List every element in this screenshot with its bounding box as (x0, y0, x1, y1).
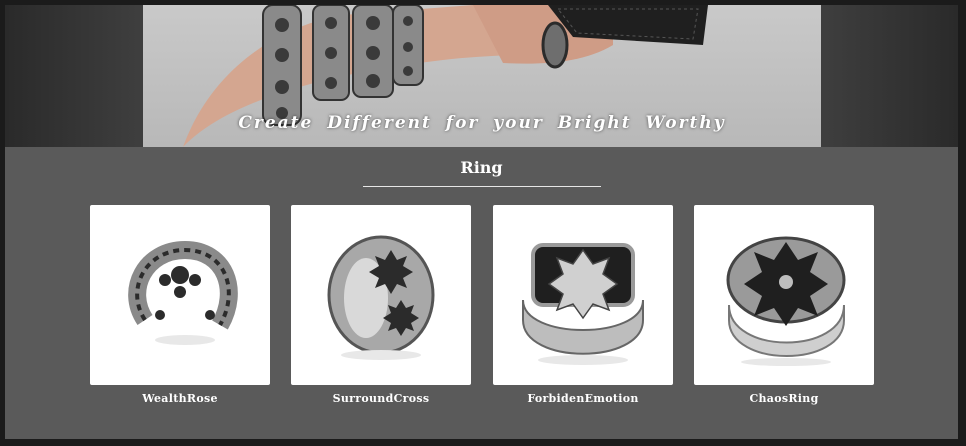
product-card-surroundcross[interactable]: SurroundCross (291, 205, 471, 405)
page-frame: Create Different for your Bright Worthy … (5, 5, 958, 439)
chaosring-ring-image[interactable] (694, 205, 874, 385)
product-card-wealthrose[interactable]: WealthRose (90, 205, 270, 405)
surroundcross-ring-image[interactable] (291, 205, 471, 385)
hero-tagline: Create Different for your Bright Worthy (238, 113, 726, 133)
product-name[interactable]: WealthRose (90, 392, 270, 405)
product-card-chaosring[interactable]: ChaosRing (694, 205, 874, 405)
wealthrose-ring-image[interactable] (90, 205, 270, 385)
section-title: Ring (460, 158, 503, 177)
section-divider (363, 186, 601, 187)
product-name[interactable]: ChaosRing (694, 392, 874, 405)
forbidenemotion-ring-image[interactable] (493, 205, 673, 385)
product-card-forbidenemotion[interactable]: ForbidenEmotion (493, 205, 673, 405)
window-edge (958, 0, 966, 446)
product-name[interactable]: SurroundCross (291, 392, 471, 405)
product-name[interactable]: ForbidenEmotion (493, 392, 673, 405)
bracelet-wrist-photo: Create Different for your Bright Worthy (143, 5, 821, 147)
hero-banner: Create Different for your Bright Worthy (5, 5, 958, 147)
